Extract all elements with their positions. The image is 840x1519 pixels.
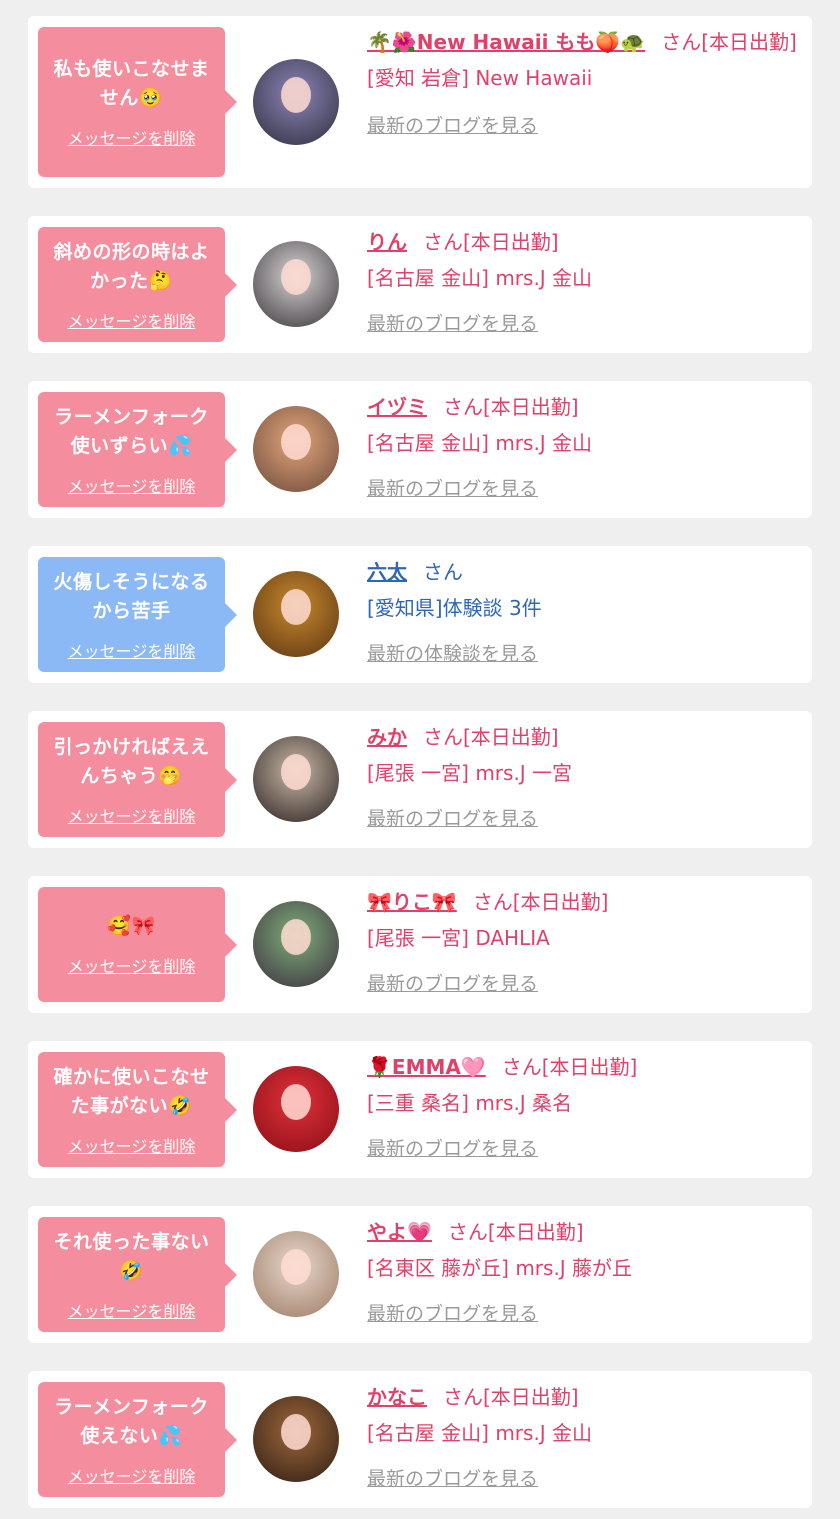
sender-status: さん[本日出勤] [443,395,579,419]
sender-status: さん[本日出勤] [443,1385,579,1409]
avatar[interactable] [253,571,339,657]
sender-name-link[interactable]: 🌴🌺New Hawaii もも🍑🐢 [367,30,645,54]
sender-shop: [三重 桑名] mrs.J 桑名 [367,1091,573,1115]
message-bubble: ラーメンフォーク使いずらい💦 メッセージを削除 [38,392,237,507]
delete-message-link[interactable]: メッセージを削除 [68,803,196,827]
avatar[interactable] [253,241,339,327]
avatar[interactable] [253,406,339,492]
sender-name-link[interactable]: みか [367,725,407,749]
sender-info: 六太 さん [愛知県]体験談 3件 最新の体験談を見る [367,555,798,666]
avatar[interactable] [253,59,339,145]
delete-message-link[interactable]: メッセージを削除 [68,125,196,149]
message-text: 火傷しそうになるから苦手 [53,570,210,622]
delete-message-link[interactable]: メッセージを削除 [68,638,196,662]
list-item: ラーメンフォーク使えない💦 メッセージを削除 かなこ さん[本日出勤] [名古屋 … [28,1371,812,1508]
message-text: 斜めの形の時はよかった🤔 [53,240,210,292]
sender-name-link[interactable]: かなこ [367,1385,427,1409]
sender-shop: [名東区 藤が丘] mrs.J 藤が丘 [367,1256,633,1280]
latest-blog-link[interactable]: 最新のブログを見る [367,1134,538,1161]
message-bubble: 火傷しそうになるから苦手 メッセージを削除 [38,557,237,672]
avatar[interactable] [253,1231,339,1317]
sender-name-link[interactable]: りん [367,230,407,254]
delete-message-link[interactable]: メッセージを削除 [68,308,196,332]
sender-shop: [名古屋 金山] mrs.J 金山 [367,266,593,290]
latest-blog-link[interactable]: 最新のブログを見る [367,969,538,996]
sender-info: 🌹EMMA🩷 さん[本日出勤] [三重 桑名] mrs.J 桑名 最新のブログを見… [367,1050,798,1161]
message-bubble: それ使った事ない🤣 メッセージを削除 [38,1217,237,1332]
delete-message-link[interactable]: メッセージを削除 [68,1463,196,1487]
sender-info: りん さん[本日出勤] [名古屋 金山] mrs.J 金山 最新のブログを見る [367,225,798,336]
avatar[interactable] [253,901,339,987]
sender-info: みか さん[本日出勤] [尾張 一宮] mrs.J 一宮 最新のブログを見る [367,720,798,831]
sender-info: かなこ さん[本日出勤] [名古屋 金山] mrs.J 金山 最新のブログを見る [367,1380,798,1491]
latest-blog-link[interactable]: 最新のブログを見る [367,111,538,138]
sender-shop: [尾張 一宮] mrs.J 一宮 [367,761,573,785]
avatar[interactable] [253,1396,339,1482]
sender-status: さん [423,560,463,584]
message-text: ラーメンフォーク使いずらい💦 [54,405,209,457]
message-bubble: 斜めの形の時はよかった🤔 メッセージを削除 [38,227,237,342]
sender-info: やよ💗 さん[本日出勤] [名東区 藤が丘] mrs.J 藤が丘 最新のブログを見… [367,1215,798,1326]
list-item: 私も使いこなせません🥹 メッセージを削除 🌴🌺New Hawaii もも🍑🐢 さん… [28,16,812,188]
latest-blog-link[interactable]: 最新のブログを見る [367,474,538,501]
message-text: 🥰🎀 [107,915,156,937]
sender-shop: [名古屋 金山] mrs.J 金山 [367,431,593,455]
message-bubble: 🥰🎀 メッセージを削除 [38,887,237,1002]
delete-message-link[interactable]: メッセージを削除 [68,953,196,977]
sender-info: 🌴🌺New Hawaii もも🍑🐢 さん[本日出勤] [愛知 岩倉] New Ha… [367,25,798,138]
sender-name-link[interactable]: 🌹EMMA🩷 [367,1055,486,1079]
latest-blog-link[interactable]: 最新のブログを見る [367,1299,538,1326]
avatar[interactable] [253,736,339,822]
delete-message-link[interactable]: メッセージを削除 [68,1298,196,1322]
sender-shop: [愛知県]体験談 3件 [367,596,542,620]
sender-status: さん[本日出勤] [423,725,559,749]
avatar[interactable] [253,1066,339,1152]
message-list: 私も使いこなせません🥹 メッセージを削除 🌴🌺New Hawaii もも🍑🐢 さん… [0,0,840,1508]
sender-shop: [愛知 岩倉] New Hawaii [367,66,593,90]
sender-status: さん[本日出勤] [447,1220,584,1244]
list-item: 引っかければええんちゃう🤭 メッセージを削除 みか さん[本日出勤] [尾張 一宮… [28,711,812,848]
sender-name-link[interactable]: 🎀りこ🎀 [367,890,457,914]
list-item: 確かに使いこなせた事がない🤣 メッセージを削除 🌹EMMA🩷 さん[本日出勤] [… [28,1041,812,1178]
sender-name-link[interactable]: 六太 [367,560,407,584]
sender-status: さん[本日出勤] [501,1055,638,1079]
message-bubble: 確かに使いこなせた事がない🤣 メッセージを削除 [38,1052,237,1167]
list-item: それ使った事ない🤣 メッセージを削除 やよ💗 さん[本日出勤] [名東区 藤が丘]… [28,1206,812,1343]
sender-status: さん[本日出勤] [661,30,797,54]
message-text: 私も使いこなせません🥹 [53,58,210,109]
sender-info: イヅミ さん[本日出勤] [名古屋 金山] mrs.J 金山 最新のブログを見る [367,390,798,501]
sender-info: 🎀りこ🎀 さん[本日出勤] [尾張 一宮] DAHLIA 最新のブログを見る [367,885,798,996]
message-text: それ使った事ない🤣 [53,1230,210,1282]
latest-blog-link[interactable]: 最新のブログを見る [367,1464,538,1491]
sender-status: さん[本日出勤] [423,230,559,254]
latest-blog-link[interactable]: 最新のブログを見る [367,804,538,831]
sender-shop: [尾張 一宮] DAHLIA [367,926,550,950]
sender-name-link[interactable]: やよ💗 [367,1220,432,1244]
message-bubble: 私も使いこなせません🥹 メッセージを削除 [38,27,237,177]
delete-message-link[interactable]: メッセージを削除 [68,1133,196,1157]
list-item: 🥰🎀 メッセージを削除 🎀りこ🎀 さん[本日出勤] [尾張 一宮] DAHLIA … [28,876,812,1013]
message-text: 引っかければええんちゃう🤭 [53,735,210,787]
list-item: ラーメンフォーク使いずらい💦 メッセージを削除 イヅミ さん[本日出勤] [名古屋… [28,381,812,518]
message-bubble: 引っかければええんちゃう🤭 メッセージを削除 [38,722,237,837]
message-text: ラーメンフォーク使えない💦 [54,1395,209,1447]
sender-name-link[interactable]: イヅミ [367,395,427,419]
latest-reviews-link[interactable]: 最新の体験談を見る [367,639,538,666]
message-text: 確かに使いこなせた事がない🤣 [53,1065,210,1117]
latest-blog-link[interactable]: 最新のブログを見る [367,309,538,336]
message-bubble: ラーメンフォーク使えない💦 メッセージを削除 [38,1382,237,1497]
delete-message-link[interactable]: メッセージを削除 [68,473,196,497]
sender-status: さん[本日出勤] [472,890,609,914]
sender-shop: [名古屋 金山] mrs.J 金山 [367,1421,593,1445]
list-item: 火傷しそうになるから苦手 メッセージを削除 六太 さん [愛知県]体験談 3件 最… [28,546,812,683]
list-item: 斜めの形の時はよかった🤔 メッセージを削除 りん さん[本日出勤] [名古屋 金山… [28,216,812,353]
